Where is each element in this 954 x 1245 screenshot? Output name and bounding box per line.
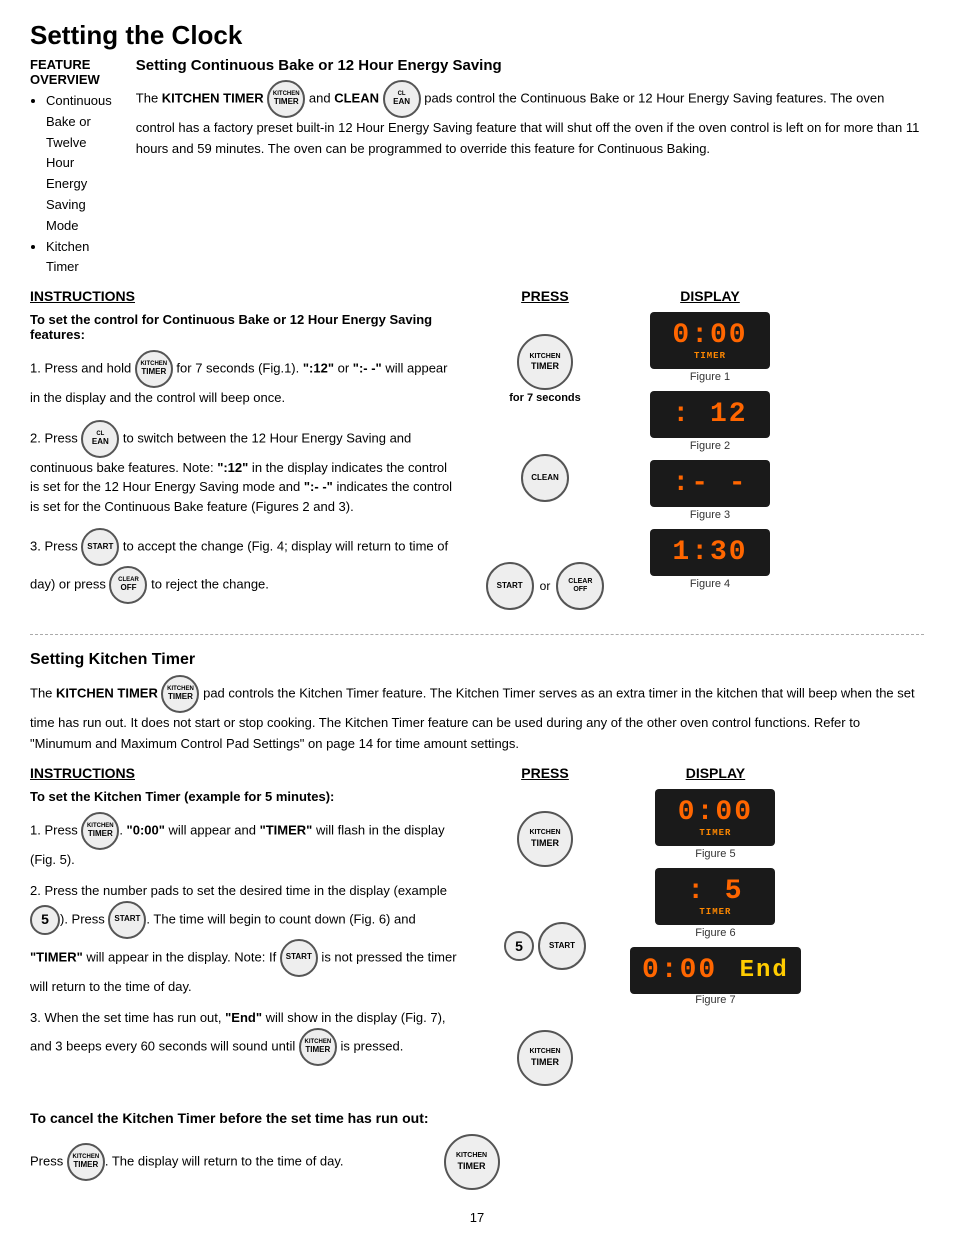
- kt-press-num5: 5: [504, 931, 534, 961]
- feature-overview: FEATURE OVERVIEW Continuous Bake or Twel…: [30, 57, 116, 278]
- kt-display-col: DISPLAY 0:00TIMER Figure 5 : 5TIMER Figu…: [630, 765, 801, 1094]
- feature-overview-heading: FEATURE OVERVIEW: [30, 57, 116, 87]
- list-item: Kitchen Timer: [46, 237, 116, 279]
- display-fig6-value: : 5TIMER: [655, 868, 775, 925]
- cb-display-col: DISPLAY 0:00TIMER Figure 1 : 12 Figure 2…: [630, 288, 790, 618]
- continuous-bake-para: The KITCHEN TIMER KITCHENTIMER and CLEAN…: [136, 80, 924, 160]
- start-btn-note-kt: START: [280, 939, 318, 977]
- kt-display-fig6: : 5TIMER Figure 6: [630, 868, 801, 939]
- cancel-row: Press KITCHENTIMER. The display will ret…: [30, 1134, 924, 1190]
- instructions-header: INSTRUCTIONS: [30, 288, 460, 304]
- start-or-clear-row: START or CLEAROFF: [486, 562, 605, 610]
- cb-step-2: 2. Press CLEAN to switch between the 12 …: [30, 420, 460, 517]
- press-label-7sec: for 7 seconds: [509, 392, 581, 404]
- kitchen-timer-icon-inline: KITCHENTIMER: [267, 80, 305, 118]
- num5-btn: 5: [30, 905, 60, 935]
- display-fig2-value: : 12: [650, 391, 770, 438]
- page-title: Setting the Clock: [30, 20, 924, 51]
- kt-instructions-header: INSTRUCTIONS: [30, 765, 460, 781]
- page-number: 17: [30, 1210, 924, 1225]
- kt-press-start: START: [538, 922, 586, 970]
- kt-body-text: The KITCHEN TIMER KITCHENTIMER pad contr…: [30, 675, 924, 755]
- kt-cancel-press-btn: KITCHENTIMER: [444, 1134, 500, 1190]
- cb-display-fig2: : 12 Figure 2: [630, 391, 790, 452]
- cancel-heading: To cancel the Kitchen Timer before the s…: [30, 1110, 924, 1126]
- cancel-text: Press KITCHENTIMER. The display will ret…: [30, 1143, 344, 1181]
- cb-columns: INSTRUCTIONS To set the control for Cont…: [30, 288, 924, 618]
- fig5-caption: Figure 5: [630, 848, 801, 860]
- kt-display-header: DISPLAY: [630, 765, 801, 781]
- display-fig7-value: 0:00 End: [630, 947, 801, 994]
- cb-instruction-heading: To set the control for Continuous Bake o…: [30, 312, 460, 342]
- cb-display-fig1: 0:00TIMER Figure 1: [630, 312, 790, 383]
- cb-display-fig3: :- - Figure 3: [630, 460, 790, 521]
- clear-off-btn-step3: CLEAROFF: [109, 566, 147, 604]
- kt-press-header: PRESS: [470, 765, 620, 781]
- kt-display-fig7: 0:00 End Figure 7: [630, 947, 801, 1006]
- cb-press-1: KITCHENTIMER for 7 seconds: [470, 334, 620, 404]
- cb-step-3: 3. Press START to accept the change (Fig…: [30, 528, 460, 604]
- start-press-btn: START: [486, 562, 534, 610]
- kt-press-col: PRESS KITCHENTIMER 5 START: [470, 765, 620, 1094]
- kt-instructions-heading: To set the Kitchen Timer (example for 5 …: [30, 789, 460, 804]
- fig2-caption: Figure 2: [630, 440, 790, 452]
- display-fig4-value: 1:30: [650, 529, 770, 576]
- clean-btn-step2: CLEAN: [81, 420, 119, 458]
- display-fig5-value: 0:00TIMER: [655, 789, 775, 846]
- fig3-caption: Figure 3: [630, 509, 790, 521]
- kt-step-3: 3. When the set time has run out, "End" …: [30, 1008, 460, 1066]
- kt-press-1: KITCHENTIMER: [470, 811, 620, 867]
- cb-press-col: PRESS KITCHENTIMER for 7 seconds CLEAN S…: [470, 288, 620, 618]
- cb-press-3: START or CLEAROFF: [470, 562, 620, 610]
- list-item: Continuous Bake or Twelve Hour Energy Sa…: [46, 91, 116, 237]
- start-btn-step3: START: [81, 528, 119, 566]
- fig7-caption: Figure 7: [630, 994, 801, 1006]
- top-section: FEATURE OVERVIEW Continuous Bake or Twel…: [30, 57, 924, 278]
- end-text: End: [723, 957, 789, 984]
- cb-step-1: 1. Press and hold KITCHENTIMER for 7 sec…: [30, 350, 460, 408]
- kt-btn-step3: KITCHENTIMER: [299, 1028, 337, 1066]
- kt-columns: INSTRUCTIONS To set the Kitchen Timer (e…: [30, 765, 924, 1094]
- kitchen-timer-btn-step1: KITCHENTIMER: [135, 350, 173, 388]
- press-header: PRESS: [470, 288, 620, 304]
- or-label: or: [540, 579, 551, 593]
- kt-press-2: 5 START: [470, 922, 620, 970]
- kitchen-timer-section: Setting Kitchen Timer The KITCHEN TIMER …: [30, 651, 924, 1190]
- kt-section-heading: Setting Kitchen Timer: [30, 651, 924, 669]
- clean-press-btn: CLEAN: [521, 454, 569, 502]
- fig6-caption: Figure 6: [630, 927, 801, 939]
- kt-press-btn-1: KITCHENTIMER: [517, 811, 573, 867]
- kt-step-1: 1. Press KITCHENTIMER. "0:00" will appea…: [30, 812, 460, 870]
- kt-press-btn-row: 5 START: [504, 922, 586, 970]
- cancel-section: To cancel the Kitchen Timer before the s…: [30, 1110, 924, 1190]
- continuous-bake-heading: Setting Continuous Bake or 12 Hour Energ…: [136, 57, 924, 74]
- kt-icon-inline: KITCHENTIMER: [161, 675, 199, 713]
- kt-btn-step1: KITCHENTIMER: [81, 812, 119, 850]
- cb-display-fig4: 1:30 Figure 4: [630, 529, 790, 590]
- kt-press-3: KITCHENTIMER: [470, 1030, 620, 1086]
- fig1-caption: Figure 1: [630, 371, 790, 383]
- kt-press-btn-3: KITCHENTIMER: [517, 1030, 573, 1086]
- clean-icon-inline: CLEAN: [383, 80, 421, 118]
- page-container: Setting the Clock FEATURE OVERVIEW Conti…: [30, 20, 924, 1225]
- kt-step-2: 2. Press the number pads to set the desi…: [30, 881, 460, 996]
- kt-display-fig5: 0:00TIMER Figure 5: [630, 789, 801, 860]
- clear-off-press-btn: CLEAROFF: [556, 562, 604, 610]
- cb-press-2: CLEAN: [470, 454, 620, 502]
- fig4-caption: Figure 4: [630, 578, 790, 590]
- start-btn-step2-kt: START: [108, 901, 146, 939]
- kt-cancel-btn: KITCHENTIMER: [67, 1143, 105, 1181]
- feature-overview-list: Continuous Bake or Twelve Hour Energy Sa…: [46, 91, 116, 278]
- kt-instructions-col: INSTRUCTIONS To set the Kitchen Timer (e…: [30, 765, 460, 1094]
- cb-instructions-col: INSTRUCTIONS To set the control for Cont…: [30, 288, 460, 618]
- kitchen-timer-press-btn: KITCHENTIMER: [517, 334, 573, 390]
- display-fig1-value: 0:00TIMER: [650, 312, 770, 369]
- continuous-bake-intro: Setting Continuous Bake or 12 Hour Energ…: [136, 57, 924, 278]
- display-header: DISPLAY: [630, 288, 790, 304]
- cancel-press-indicator: KITCHENTIMER: [444, 1134, 500, 1190]
- display-fig3-value: :- -: [650, 460, 770, 507]
- section-divider: [30, 634, 924, 635]
